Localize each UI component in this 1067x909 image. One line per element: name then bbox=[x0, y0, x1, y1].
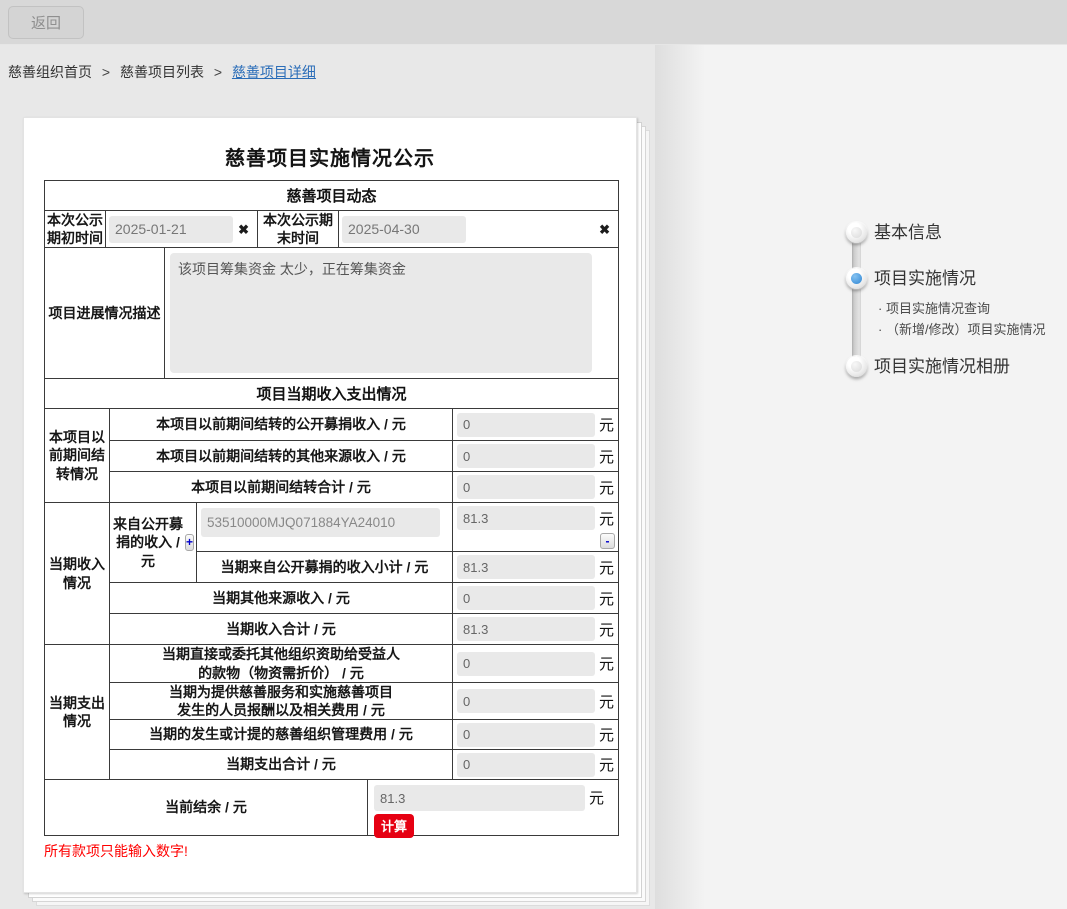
carryover-group-label: 本项目以前期间结转情况 bbox=[49, 429, 105, 482]
breadcrumb: 慈善组织首页 > 慈善项目列表 > 慈善项目详细 bbox=[8, 62, 316, 82]
step-sub-implementation-edit[interactable]: · （新增/修改）项目实施情况 bbox=[878, 322, 1046, 337]
clear-end-date-icon[interactable]: ✖ bbox=[599, 223, 610, 236]
carryover-other-input[interactable] bbox=[457, 444, 595, 468]
donation-amount-input[interactable] bbox=[457, 506, 595, 530]
unit-yuan: 元 bbox=[598, 757, 614, 774]
public-income-subtotal-input[interactable] bbox=[457, 555, 595, 579]
expense-total-label: 当期支出合计 / 元 bbox=[226, 756, 336, 773]
expense-admin-input[interactable] bbox=[457, 722, 595, 747]
unit-yuan: 元 bbox=[598, 510, 614, 528]
clear-start-date-icon[interactable]: ✖ bbox=[238, 223, 249, 236]
balance-input[interactable] bbox=[374, 785, 585, 811]
numeric-only-warning: 所有款项只能输入数字! bbox=[44, 843, 188, 859]
expense-group-label: 当期支出情况 bbox=[49, 694, 105, 729]
expense-beneficiary-input[interactable] bbox=[457, 651, 595, 676]
progress-desc-textarea[interactable]: 该项目筹集资金 太少，正在筹集资金 bbox=[170, 253, 592, 373]
step-navigation: 基本信息 项目实施情况 · 项目实施情况查询 · （新增/修改）项目实施情况 项… bbox=[845, 220, 1067, 390]
carryover-other-label: 本项目以前期间结转的其他来源收入 / 元 bbox=[156, 447, 406, 464]
unit-yuan: 元 bbox=[598, 448, 614, 466]
section-header-finance: 项目当期收入支出情况 bbox=[256, 386, 407, 403]
expense-total-cell: 元 bbox=[452, 750, 618, 779]
expense-staff-input[interactable] bbox=[457, 689, 595, 713]
back-button[interactable]: 返回 bbox=[8, 6, 84, 39]
public-income-label-text: 来自公开募捐的收入 / 元 bbox=[112, 516, 183, 569]
income-group-label: 当期收入情况 bbox=[49, 556, 105, 591]
form-title: 慈善项目实施情况公示 bbox=[225, 148, 435, 170]
step-dot-implementation[interactable] bbox=[846, 268, 867, 289]
step-sub-implementation-query[interactable]: · 项目实施情况查询 bbox=[878, 301, 990, 316]
breadcrumb-project-list[interactable]: 慈善项目列表 bbox=[120, 64, 204, 80]
add-donation-button[interactable]: + bbox=[184, 534, 194, 551]
carryover-public-input[interactable] bbox=[457, 412, 595, 437]
unit-yuan: 元 bbox=[598, 656, 614, 673]
unit-yuan: 元 bbox=[598, 417, 614, 434]
remove-donation-button[interactable]: - bbox=[600, 533, 615, 549]
unit-yuan: 元 bbox=[598, 727, 614, 744]
progress-desc-label: 项目进展情况描述 bbox=[48, 304, 161, 321]
expense-admin-cell: 元 bbox=[452, 720, 618, 749]
panel-divider-gradient bbox=[655, 45, 705, 909]
publicity-table: 慈善项目动态 本次公示期初时间 ✖ 本次公示期末时间 ✖ 项目进展情况描述 该项… bbox=[44, 180, 619, 838]
expense-beneficiary-label: 当期直接或委托其他组织资助给受益人 的款物（物资需折价） / 元 bbox=[162, 646, 400, 681]
other-income-input[interactable] bbox=[457, 586, 595, 610]
other-income-cell: 元 bbox=[452, 583, 618, 613]
balance-cell: 元 计算 bbox=[367, 780, 618, 838]
balance-label: 当前结余 / 元 bbox=[165, 799, 247, 816]
carryover-total-cell: 元 bbox=[452, 472, 618, 502]
breadcrumb-separator: > bbox=[101, 64, 111, 80]
donation-amount-cell: 元 - bbox=[452, 503, 618, 551]
carryover-other-cell: 元 bbox=[452, 441, 618, 471]
expense-staff-label: 当期为提供慈善服务和实施慈善项目 发生的人员报酬以及相关费用 / 元 bbox=[169, 683, 393, 718]
donation-code-input[interactable] bbox=[201, 508, 440, 537]
expense-staff-cell: 元 bbox=[452, 683, 618, 719]
donation-code-cell bbox=[197, 503, 452, 551]
income-total-cell: 元 bbox=[452, 614, 618, 644]
top-toolbar: 返回 bbox=[0, 0, 1067, 45]
public-income-subtotal-label: 当期来自公开募捐的收入小计 / 元 bbox=[220, 558, 429, 575]
unit-yuan: 元 bbox=[598, 621, 614, 639]
carryover-public-cell: 元 bbox=[452, 409, 618, 440]
end-date-cell: ✖ bbox=[338, 211, 618, 247]
carryover-public-label: 本项目以前期间结转的公开募捐收入 / 元 bbox=[156, 416, 406, 433]
income-total-input[interactable] bbox=[457, 617, 595, 641]
step-album[interactable]: 项目实施情况相册 bbox=[874, 356, 1010, 377]
expense-total-input[interactable] bbox=[457, 752, 595, 777]
carryover-total-input[interactable] bbox=[457, 475, 595, 499]
end-date-label: 本次公示期末时间 bbox=[257, 211, 338, 247]
unit-yuan: 元 bbox=[598, 590, 614, 608]
step-basic-info[interactable]: 基本信息 bbox=[874, 222, 942, 243]
breadcrumb-separator: > bbox=[213, 64, 223, 80]
end-date-input[interactable] bbox=[342, 215, 466, 243]
public-income-subtotal-cell: 元 bbox=[452, 552, 618, 582]
unit-yuan: 元 bbox=[598, 693, 614, 711]
expense-admin-label: 当期的发生或计提的慈善组织管理费用 / 元 bbox=[149, 726, 413, 743]
breadcrumb-home[interactable]: 慈善组织首页 bbox=[8, 64, 92, 80]
breadcrumb-project-detail[interactable]: 慈善项目详细 bbox=[232, 64, 316, 80]
calculate-button[interactable]: 计算 bbox=[374, 814, 415, 838]
carryover-total-label: 本项目以前期间结转合计 / 元 bbox=[191, 478, 371, 495]
unit-yuan: 元 bbox=[598, 559, 614, 577]
unit-yuan: 元 bbox=[588, 789, 604, 807]
progress-desc-cell: 该项目筹集资金 太少，正在筹集资金 bbox=[164, 248, 618, 378]
unit-yuan: 元 bbox=[598, 479, 614, 497]
start-date-input[interactable] bbox=[109, 215, 233, 243]
step-dot-album[interactable] bbox=[846, 356, 867, 377]
publicity-form-card: 慈善项目实施情况公示 慈善项目动态 本次公示期初时间 ✖ 本次公示期末时间 ✖ … bbox=[23, 117, 637, 893]
start-date-label: 本次公示期初时间 bbox=[47, 211, 103, 246]
expense-beneficiary-cell: 元 bbox=[452, 645, 618, 682]
step-dot-basic-info[interactable] bbox=[846, 222, 867, 243]
other-income-label: 当期其他来源收入 / 元 bbox=[212, 589, 350, 606]
step-implementation[interactable]: 项目实施情况 bbox=[874, 268, 976, 289]
public-income-label: 来自公开募捐的收入 / 元 + bbox=[110, 503, 196, 582]
section-header-dynamics: 慈善项目动态 bbox=[286, 188, 377, 205]
start-date-cell: ✖ bbox=[105, 211, 257, 247]
income-total-label: 当期收入合计 / 元 bbox=[226, 620, 336, 637]
